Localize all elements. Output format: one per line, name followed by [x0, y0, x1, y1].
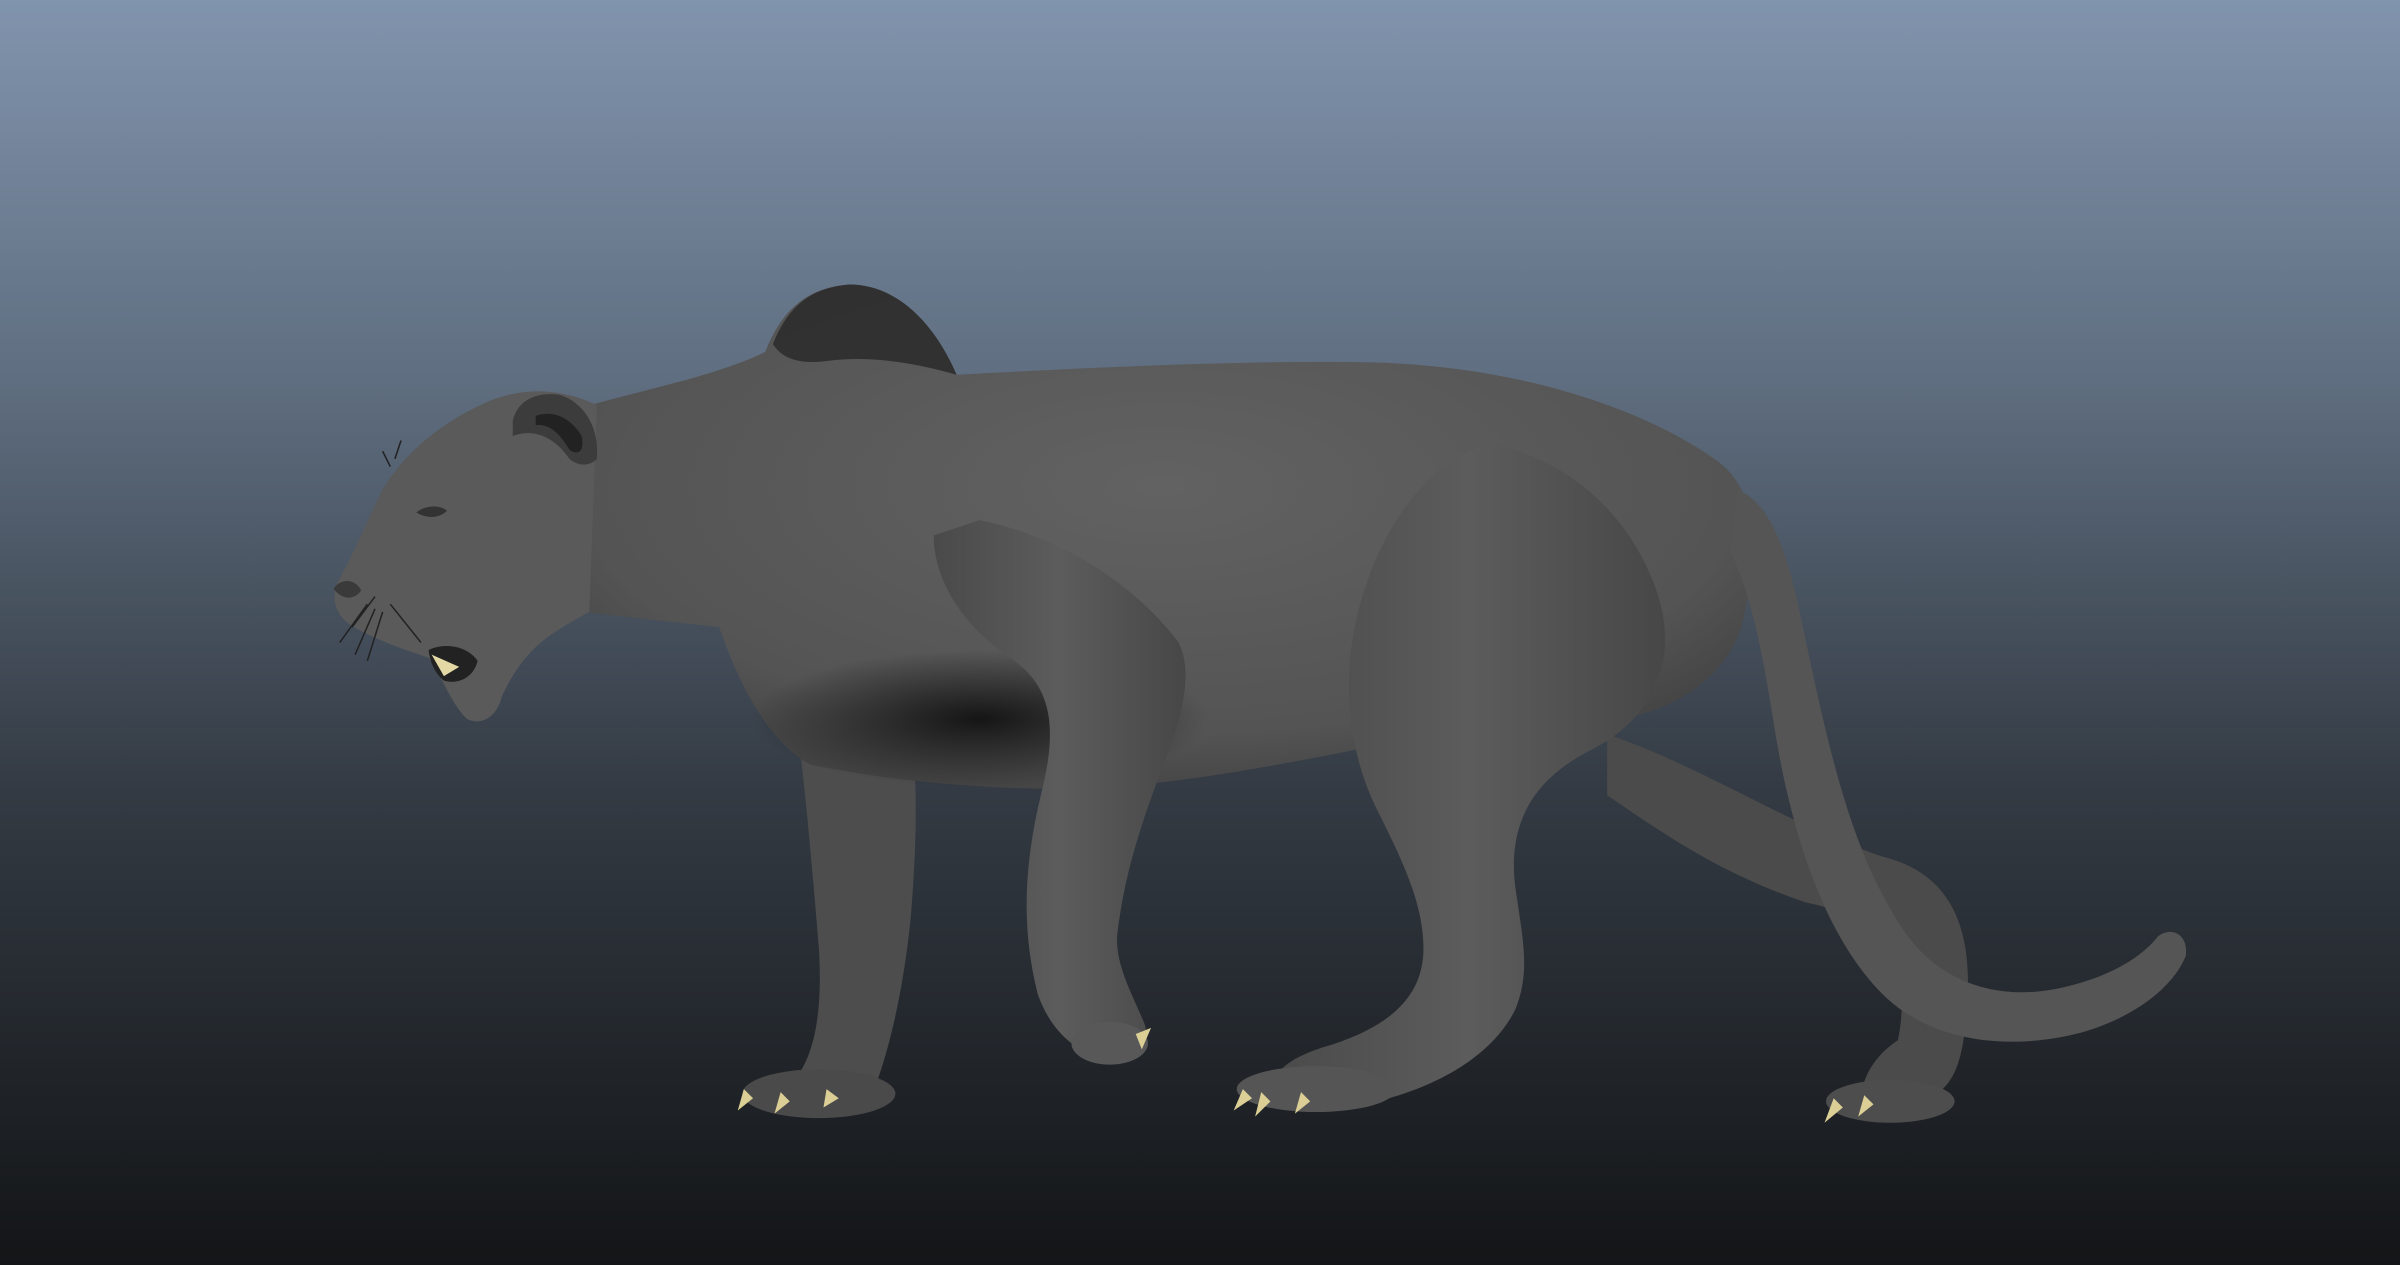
viewport-canvas[interactable] [0, 0, 2400, 1265]
paw-hind-far [1826, 1079, 1955, 1123]
paw-front-far [742, 1069, 896, 1119]
3d-viewport[interactable] [0, 0, 2400, 1265]
paw-front-near [1071, 1021, 1148, 1065]
